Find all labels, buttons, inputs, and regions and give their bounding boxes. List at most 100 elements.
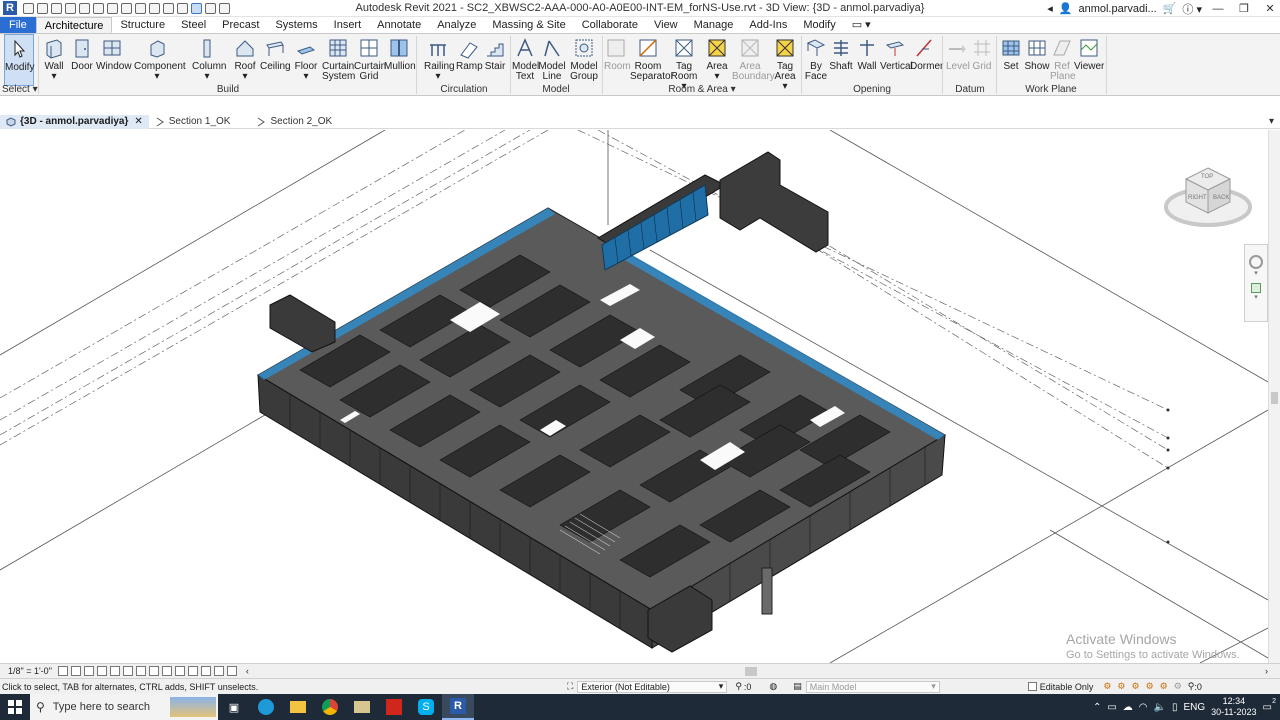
reveal-constraints-icon[interactable]: [226, 666, 237, 676]
scroll-left-icon[interactable]: ‹: [246, 666, 249, 676]
scroll-right-icon[interactable]: ›: [1265, 666, 1268, 676]
curtain-grid-button[interactable]: Curtain Grid: [354, 34, 386, 86]
model-canvas[interactable]: [0, 130, 1268, 663]
visual-style-icon[interactable]: [70, 666, 81, 676]
tag-icon[interactable]: [135, 2, 146, 14]
start-button[interactable]: [0, 694, 30, 720]
skype-icon[interactable]: S: [410, 694, 442, 720]
model-line-button[interactable]: Model Line: [538, 34, 566, 86]
analytical-model-icon[interactable]: [200, 666, 211, 676]
sun-path-icon[interactable]: [83, 666, 94, 676]
model-text-button[interactable]: Model Text: [512, 34, 539, 86]
worksharing-display-icon[interactable]: [187, 666, 198, 676]
undo-icon[interactable]: [65, 2, 76, 14]
network-icon[interactable]: ▭: [1107, 702, 1116, 713]
ceiling-button[interactable]: Ceiling: [260, 34, 291, 86]
file-explorer-icon[interactable]: [282, 694, 314, 720]
wifi-icon[interactable]: ◠: [1139, 702, 1148, 713]
tab-structure[interactable]: Structure: [112, 17, 173, 33]
rendering-icon[interactable]: [109, 666, 120, 676]
level-button[interactable]: Level: [946, 34, 970, 86]
tab-architecture[interactable]: Architecture: [35, 17, 113, 33]
grid-button[interactable]: Grid: [970, 34, 994, 86]
detail-level-icon[interactable]: [57, 666, 68, 676]
save-icon[interactable]: [37, 2, 48, 14]
editable-requests-icon[interactable]: ◍: [769, 681, 777, 692]
ribbon-options-icon[interactable]: ▭ ▾: [844, 17, 879, 33]
horizontal-scrollbar[interactable]: [255, 666, 1259, 676]
edge-icon[interactable]: [250, 694, 282, 720]
tray-overflow-icon[interactable]: ⌃: [1093, 702, 1101, 713]
editable-only-checkbox[interactable]: Editable Only: [1027, 682, 1093, 692]
ramp-button[interactable]: Ramp: [456, 34, 483, 86]
component-button[interactable]: Component ▾: [134, 34, 186, 86]
temporary-hide-icon[interactable]: [161, 666, 172, 676]
language-indicator[interactable]: ENG: [1184, 702, 1206, 713]
tab-analyze[interactable]: Analyze: [429, 17, 484, 33]
tag-room-button[interactable]: Tag Room ▾: [670, 34, 698, 92]
dimension-icon[interactable]: [121, 2, 132, 14]
show-crop-icon[interactable]: [135, 666, 146, 676]
help-icon[interactable]: ⓘ ▾: [1182, 1, 1202, 17]
minimize-button[interactable]: —: [1208, 3, 1228, 15]
print-icon[interactable]: [93, 2, 104, 14]
roof-button[interactable]: Roof ▾: [232, 34, 258, 86]
select-links-icon[interactable]: ⚙: [1103, 681, 1111, 692]
tab-insert[interactable]: Insert: [326, 17, 370, 33]
show-button[interactable]: Show: [1024, 34, 1050, 86]
clock[interactable]: 12:34 30-11-2023: [1211, 696, 1256, 718]
floor-button[interactable]: Floor ▾: [294, 34, 318, 86]
3d-view-icon[interactable]: [163, 2, 174, 14]
tab-overflow-icon[interactable]: ▾: [1263, 115, 1280, 129]
highlight-displacement-icon[interactable]: [213, 666, 224, 676]
user-name[interactable]: anmol.parvadi...: [1078, 3, 1156, 15]
thin-lines-icon[interactable]: [191, 2, 202, 14]
section-icon[interactable]: [177, 2, 188, 14]
reveal-hidden-icon[interactable]: [174, 666, 185, 676]
revit-logo[interactable]: R: [3, 1, 17, 15]
area-boundary-button[interactable]: Area Boundary: [732, 34, 775, 86]
select-underlay-icon[interactable]: ⚙: [1117, 681, 1125, 692]
ref-plane-button[interactable]: Ref Plane: [1050, 34, 1076, 86]
column-button[interactable]: Column ▾: [192, 34, 226, 86]
close-view-tab-button[interactable]: ✕: [134, 116, 142, 127]
tab-file[interactable]: File: [0, 17, 36, 33]
nav-dropdown-icon[interactable]: ▾: [1245, 269, 1267, 277]
select-pinned-icon[interactable]: ⚙: [1131, 681, 1139, 692]
active-workset-select[interactable]: Exterior (Not Editable) ▾: [577, 680, 728, 693]
vertical-scrollbar[interactable]: [1268, 130, 1280, 663]
viewer-button[interactable]: Viewer: [1074, 34, 1104, 86]
tab-annotate[interactable]: Annotate: [369, 17, 429, 33]
tag-area-button[interactable]: Tag Area ▾: [772, 34, 798, 92]
chrome-icon[interactable]: [314, 694, 346, 720]
view-tab-section-1[interactable]: Section 1_OK: [149, 115, 237, 129]
lock-3d-icon[interactable]: [148, 666, 159, 676]
mullion-button[interactable]: Mullion: [384, 34, 416, 86]
scrollbar-thumb[interactable]: [1271, 392, 1278, 404]
area-button[interactable]: Area ▾: [704, 34, 730, 86]
tab-add-ins[interactable]: Add-Ins: [741, 17, 795, 33]
steering-wheel-icon[interactable]: [1249, 255, 1263, 269]
tab-steel[interactable]: Steel: [173, 17, 214, 33]
crop-view-icon[interactable]: [122, 666, 133, 676]
design-option-select[interactable]: Main Model ▾: [805, 680, 940, 693]
restore-button[interactable]: ❐: [1234, 2, 1254, 15]
worksets-icon[interactable]: ⛶: [567, 681, 573, 692]
panel-room-area[interactable]: Room & Area ▾: [604, 84, 800, 96]
tab-manage[interactable]: Manage: [686, 17, 742, 33]
zoom-region-icon[interactable]: [1251, 283, 1261, 293]
selection-filter-icon[interactable]: ⚲: [1188, 681, 1195, 692]
close-button[interactable]: ✕: [1260, 2, 1280, 15]
volume-icon[interactable]: 🔈: [1154, 702, 1166, 713]
select-by-face-icon[interactable]: ⚙: [1146, 681, 1154, 692]
tab-view[interactable]: View: [646, 17, 686, 33]
switch-windows-icon[interactable]: [219, 2, 230, 14]
wall-button[interactable]: Wall ▾: [42, 34, 66, 86]
onedrive-icon[interactable]: ☁: [1123, 702, 1133, 713]
drag-elements-icon[interactable]: ⚙: [1160, 681, 1168, 692]
select-dropdown[interactable]: Select ▾: [2, 84, 38, 96]
room-button[interactable]: Room: [604, 34, 631, 86]
tab-precast[interactable]: Precast: [214, 17, 267, 33]
background-process-icon[interactable]: ⚙: [1174, 681, 1182, 692]
folder-icon[interactable]: [346, 694, 378, 720]
